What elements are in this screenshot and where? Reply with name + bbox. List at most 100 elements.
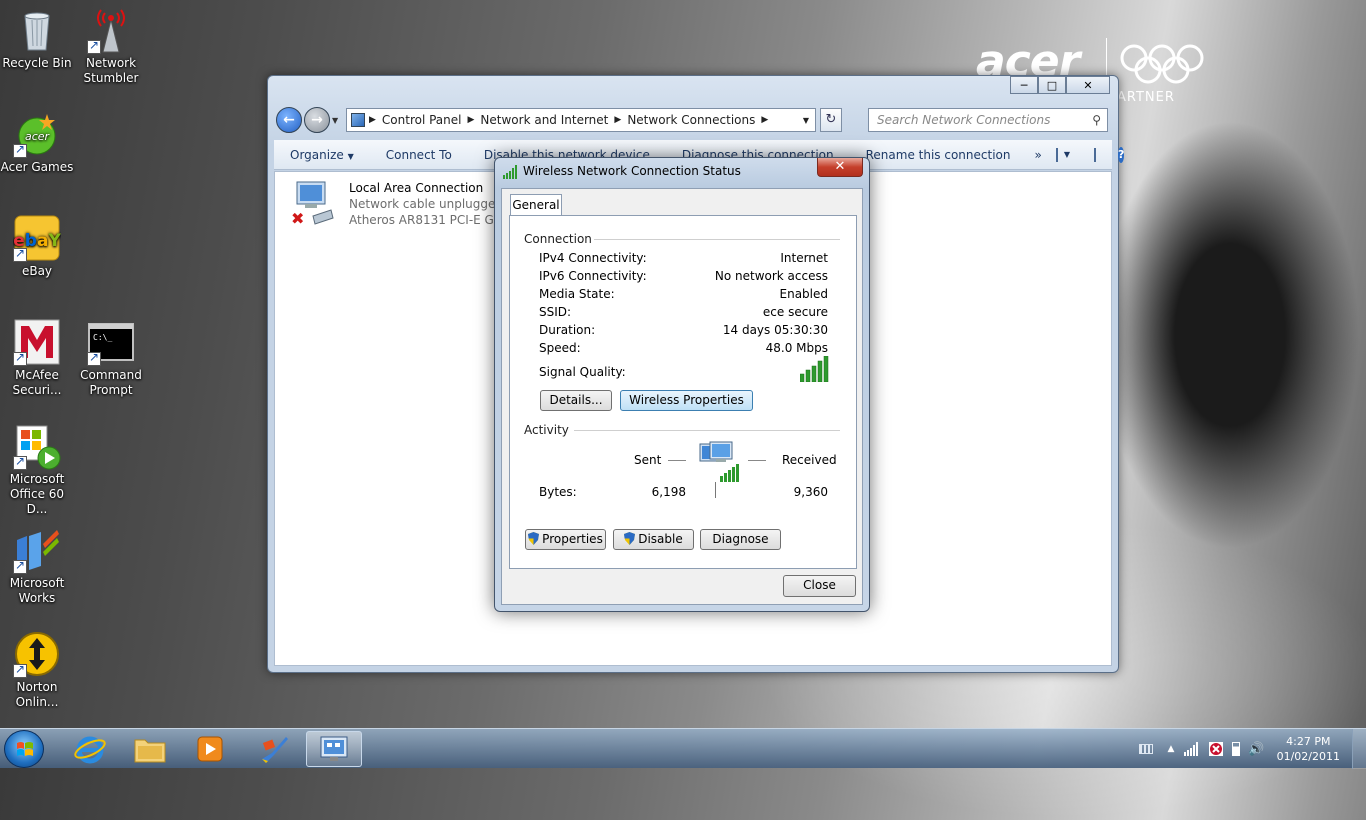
connection-heading: Connection xyxy=(524,232,592,246)
desktop-icon-microsoft-works[interactable]: Microsoft Works xyxy=(0,526,74,606)
desktop-icon-mcafee[interactable]: McAfee Securi... xyxy=(0,318,74,398)
desktop-icon-label: Microsoft Works xyxy=(9,576,65,605)
received-line xyxy=(748,460,766,461)
system-tray: ▲ 🔊 4:27 PM 01/02/2011 xyxy=(1139,729,1366,769)
taskbar-media-player[interactable] xyxy=(182,731,238,767)
dialog-close-x-button[interactable]: ✕ xyxy=(817,158,863,177)
media-player-icon xyxy=(197,736,223,762)
duration-label: Duration: xyxy=(539,323,596,337)
taskbar-network-connections[interactable] xyxy=(306,731,362,767)
start-button[interactable] xyxy=(4,730,44,768)
local-area-connection-item[interactable]: ✖ Local Area Connection Network cable un… xyxy=(291,180,520,228)
taskbar-windows-explorer[interactable] xyxy=(122,731,178,767)
wireless-properties-button[interactable]: Wireless Properties xyxy=(620,390,753,411)
desktop-icon-command-prompt[interactable]: C:\_ Command Prompt xyxy=(74,318,148,398)
breadcrumb-network-connections[interactable]: Network Connections xyxy=(621,113,761,127)
shortcut-arrow-icon xyxy=(13,558,27,574)
preview-pane-icon[interactable] xyxy=(1093,147,1096,162)
tab-general[interactable]: General xyxy=(510,194,562,216)
ssid-value: ece secure xyxy=(762,305,828,319)
svg-text:acer: acer xyxy=(25,130,51,143)
signal-quality-bars-icon xyxy=(800,356,829,382)
taskbar-internet-explorer[interactable] xyxy=(62,731,118,767)
wireless-status-dialog[interactable]: Wireless Network Connection Status ✕ Gen… xyxy=(494,157,870,612)
acer-games-icon: acer xyxy=(13,110,61,158)
breadcrumb-separator-icon[interactable]: ▶ xyxy=(614,115,621,125)
connection-divider xyxy=(594,239,840,240)
taskbar-paint-app[interactable] xyxy=(246,731,302,767)
speed-label: Speed: xyxy=(539,341,581,355)
media-state-label: Media State: xyxy=(539,287,615,301)
uac-shield-icon xyxy=(528,532,540,545)
desktop-icon-label: McAfee Securi... xyxy=(12,368,62,397)
desktop-icon-ebay[interactable]: ebaY eBay xyxy=(0,214,74,279)
ebay-icon: ebaY xyxy=(13,214,61,262)
desktop-icon-office-60-day[interactable]: Microsoft Office 60 D... xyxy=(0,422,74,517)
organize-menu[interactable]: Organize ▼ xyxy=(274,148,370,162)
forward-button[interactable]: → xyxy=(304,107,330,133)
properties-button[interactable]: Properties xyxy=(525,529,606,550)
recent-pages-dropdown-icon[interactable]: ▼ xyxy=(332,116,338,125)
keyboard-language-icon[interactable] xyxy=(1139,744,1154,754)
breadcrumb-separator-icon[interactable]: ▶ xyxy=(761,115,768,125)
breadcrumb-separator-icon[interactable]: ▶ xyxy=(468,115,475,125)
network-adapter-icon: ✖ xyxy=(291,180,335,228)
activity-heading: Activity xyxy=(524,423,569,437)
more-commands-button[interactable]: » xyxy=(1026,148,1049,162)
shortcut-arrow-icon xyxy=(87,350,101,366)
minimize-button[interactable]: ─ xyxy=(1010,76,1038,94)
battery-icon[interactable] xyxy=(1232,742,1241,756)
show-desktop-button[interactable] xyxy=(1352,729,1366,769)
rename-connection-button[interactable]: Rename this connection xyxy=(850,148,1027,162)
window-close-button[interactable]: ✕ xyxy=(1066,76,1110,94)
shortcut-arrow-icon xyxy=(13,246,27,262)
ipv4-value: Internet xyxy=(780,251,828,265)
organize-label: Organize xyxy=(290,147,344,162)
breadcrumb-network-and-internet[interactable]: Network and Internet xyxy=(474,113,614,127)
internet-explorer-icon xyxy=(74,736,106,764)
back-button[interactable]: ← xyxy=(276,107,302,133)
view-dropdown-icon[interactable]: ▼ xyxy=(1064,150,1070,159)
clock-date: 01/02/2011 xyxy=(1276,750,1340,763)
shortcut-arrow-icon xyxy=(13,350,27,366)
address-bar[interactable]: ▶ Control Panel ▶ Network and Internet ▶… xyxy=(346,108,816,132)
desktop-icon-network-stumbler[interactable]: Network Stumbler xyxy=(74,6,148,86)
properties-label: Properties xyxy=(542,532,603,546)
search-input[interactable]: Search Network Connections ⚲ xyxy=(868,108,1108,132)
taskbar-clock[interactable]: 4:27 PM 01/02/2011 xyxy=(1277,734,1340,764)
disable-button[interactable]: Disable xyxy=(613,529,694,550)
change-view-icon[interactable] xyxy=(1055,147,1058,162)
desktop-icon-norton-online[interactable]: Norton Onlin... xyxy=(0,630,74,710)
help-icon[interactable]: ? xyxy=(1117,146,1125,163)
paint-brush-icon xyxy=(262,737,288,763)
desktop-icon-label: Norton Onlin... xyxy=(15,680,59,709)
shortcut-arrow-icon xyxy=(13,662,27,678)
wireless-tray-icon[interactable] xyxy=(1184,742,1200,756)
window-controls: ─ □ ✕ xyxy=(1010,76,1110,94)
connect-to-button[interactable]: Connect To xyxy=(370,148,468,162)
network-activity-icon xyxy=(699,441,739,482)
security-alert-icon[interactable] xyxy=(1208,741,1224,757)
refresh-button[interactable]: ↻ xyxy=(820,108,842,132)
maximize-button[interactable]: □ xyxy=(1038,76,1066,94)
windows-logo-icon xyxy=(17,742,33,756)
bytes-divider xyxy=(715,482,716,498)
desktop-icon-acer-games[interactable]: acer Acer Games xyxy=(0,110,74,175)
network-stumbler-icon xyxy=(87,6,135,54)
search-icon[interactable]: ⚲ xyxy=(1092,109,1101,131)
chevron-down-icon: ▼ xyxy=(347,151,354,161)
bytes-received-value: 9,360 xyxy=(793,485,828,499)
bytes-sent-value: 6,198 xyxy=(651,485,686,499)
volume-icon[interactable]: 🔊 xyxy=(1248,742,1264,757)
diagnose-button[interactable]: Diagnose xyxy=(700,529,781,550)
shortcut-arrow-icon xyxy=(87,38,101,54)
close-button[interactable]: Close xyxy=(783,575,856,597)
desktop-icon-recycle-bin[interactable]: Recycle Bin xyxy=(0,6,74,71)
breadcrumb-control-panel[interactable]: Control Panel xyxy=(376,113,468,127)
folder-icon xyxy=(134,739,166,763)
details-button[interactable]: Details... xyxy=(540,390,612,411)
show-hidden-icons[interactable]: ▲ xyxy=(1167,744,1174,754)
desktop-icon-label: Acer Games xyxy=(0,160,74,174)
address-dropdown-icon[interactable]: ▼ xyxy=(803,116,809,125)
sent-line xyxy=(668,460,686,461)
